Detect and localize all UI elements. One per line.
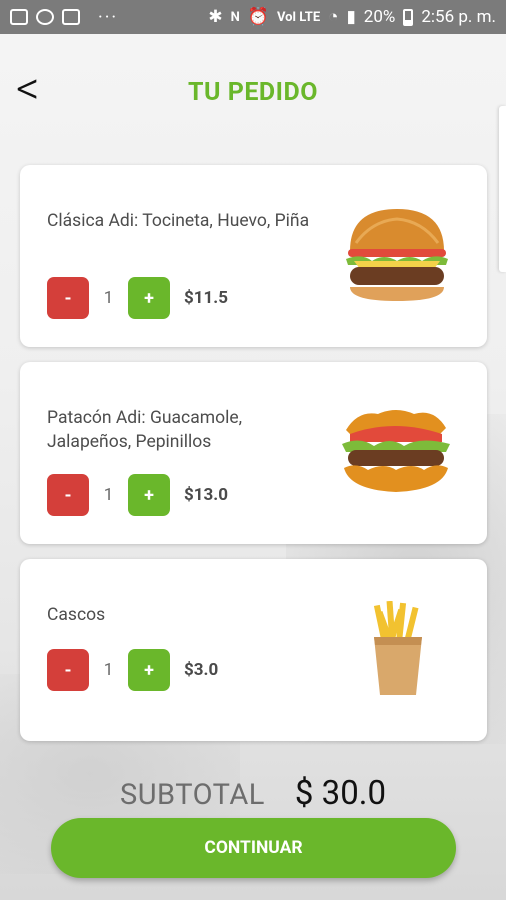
subtotal-row: SUBTOTAL $ 30.0: [0, 774, 506, 813]
status-time: 2:56 p. m.: [421, 7, 496, 27]
increase-button[interactable]: +: [128, 649, 170, 691]
item-name: Patacón Adi: Guacamole, Jalapeños, Pepin…: [47, 408, 243, 452]
network-tag: Vol LTE: [276, 9, 321, 25]
burger-icon: [346, 209, 448, 301]
order-item-card: Cascos - 1 + $3.0: [20, 559, 487, 741]
fries-icon: [373, 601, 422, 695]
subtotal-label: SUBTOTAL: [120, 778, 265, 812]
nfc-icon: N: [230, 9, 240, 25]
item-name: Cascos: [47, 605, 106, 625]
quantity-stepper: - 1 + $13.0: [47, 474, 228, 516]
item-quantity: 1: [103, 288, 114, 308]
item-price: $11.5: [184, 288, 228, 308]
increase-button[interactable]: +: [128, 277, 170, 319]
quantity-stepper: - 1 + $11.5: [47, 277, 228, 319]
item-price: $13.0: [184, 485, 228, 505]
item-price: $3.0: [184, 660, 219, 680]
battery-percent: 20%: [363, 7, 396, 27]
page-title: TU PEDIDO: [188, 78, 318, 107]
wifi-icon: ◔: [328, 7, 339, 27]
patacon-burger-icon: [342, 410, 450, 492]
decrease-button[interactable]: -: [47, 277, 89, 319]
gallery-icon: [10, 9, 28, 25]
decrease-button[interactable]: -: [47, 649, 89, 691]
status-bar: ··· ✱ N ⏰ Vol LTE ◔ ▮ 20% 2:56 p. m.: [0, 0, 506, 34]
side-drawer-handle[interactable]: [499, 106, 506, 272]
status-bar-system: ✱ N ⏰ Vol LTE ◔ ▮ 20% 2:56 p. m.: [208, 7, 496, 27]
chat-icon: [62, 9, 80, 25]
item-quantity: 1: [103, 660, 114, 680]
messenger-icon: [36, 9, 54, 25]
quantity-stepper: - 1 + $3.0: [47, 649, 218, 691]
subtotal-value: $ 30.0: [294, 774, 386, 813]
decrease-button[interactable]: -: [47, 474, 89, 516]
order-item-card: Clásica Adi: Tocineta, Huevo, Piña - 1 +…: [20, 165, 487, 347]
item-name: Clásica Adi: Tocineta, Huevo, Piña: [47, 211, 310, 231]
bluetooth-icon: ✱: [208, 7, 223, 27]
status-bar-notifications: ···: [10, 7, 118, 28]
signal-icon: ▮: [346, 7, 356, 27]
item-quantity: 1: [103, 485, 114, 505]
order-item-card: Patacón Adi: Guacamole, Jalapeños, Pepin…: [20, 362, 487, 544]
continue-button[interactable]: CONTINUAR: [51, 818, 456, 878]
more-dots-icon: ···: [98, 6, 119, 28]
battery-icon: [403, 8, 414, 26]
increase-button[interactable]: +: [128, 474, 170, 516]
alarm-icon: ⏰: [247, 7, 269, 27]
order-screen: < TU PEDIDO Clásica Adi: Tocineta, Huevo…: [0, 34, 506, 900]
